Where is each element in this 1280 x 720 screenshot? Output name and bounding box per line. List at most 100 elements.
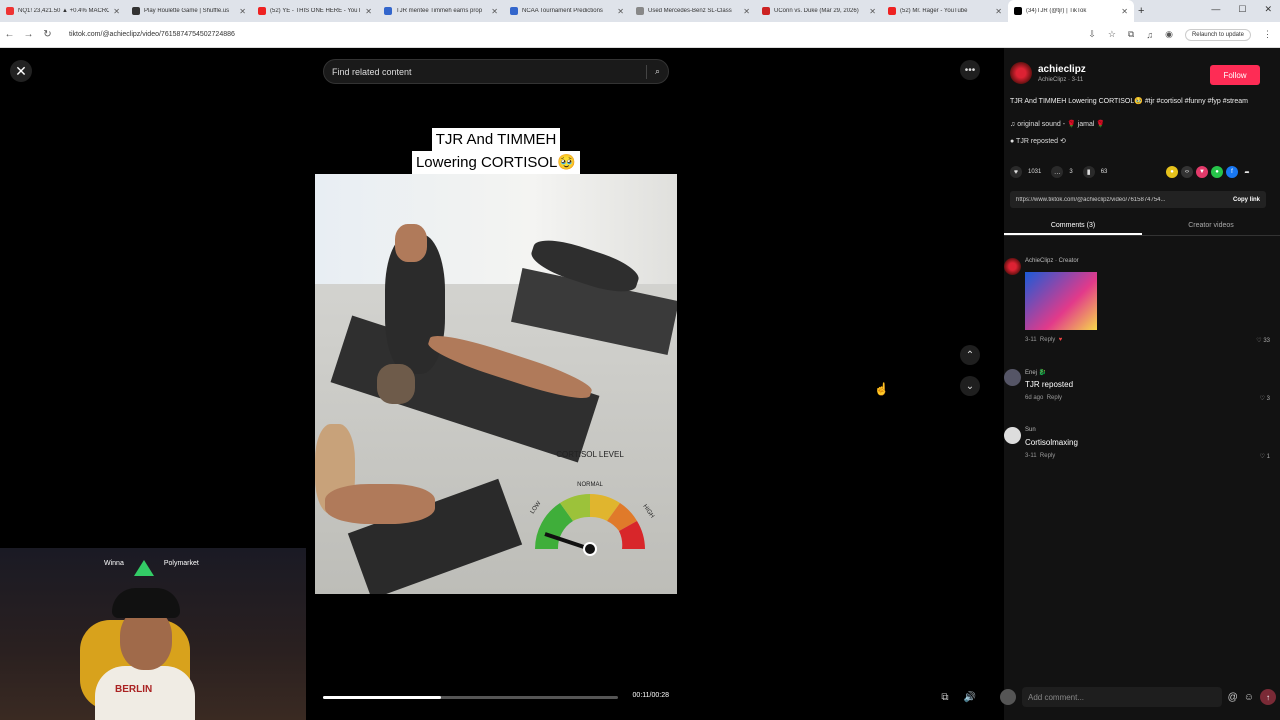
mention-icon[interactable]: @ bbox=[1228, 692, 1238, 703]
pip-icon[interactable]: ⧉ bbox=[937, 689, 953, 705]
relaunch-button[interactable]: Relaunch to update bbox=[1184, 28, 1251, 41]
media-icon[interactable]: ♫ bbox=[1146, 30, 1153, 40]
close-window-icon[interactable]: ✕ bbox=[1264, 4, 1272, 15]
like-action[interactable]: ♥ 1031 bbox=[1010, 166, 1041, 178]
copy-link-button[interactable]: Copy link bbox=[1233, 197, 1260, 203]
follow-button[interactable]: Follow bbox=[1210, 65, 1260, 85]
share-link[interactable]: https://www.tiktok.com/@achieclipz/video… bbox=[1016, 197, 1233, 203]
creator-liked-icon: ♥ bbox=[1058, 337, 1063, 343]
search-icon[interactable]: ⌕ bbox=[655, 66, 660, 77]
comment-like[interactable]: ♡ 3 bbox=[1260, 395, 1270, 402]
heart-icon: ♥ bbox=[1010, 166, 1022, 178]
gauge-high-label: HIGH bbox=[641, 504, 655, 520]
related-search[interactable]: Find related content ⌕ bbox=[323, 59, 669, 84]
commenter-name[interactable]: AchieClipz · Creator bbox=[1025, 258, 1079, 264]
gauge-hub bbox=[583, 542, 597, 556]
browser-tab[interactable]: (52) YE - THIS ONE HERE - YouTube ✕ bbox=[252, 0, 378, 22]
author-username[interactable]: achieclipz bbox=[1038, 64, 1086, 75]
tab-close-icon[interactable]: ✕ bbox=[113, 7, 120, 16]
tab-close-icon[interactable]: ✕ bbox=[743, 7, 750, 16]
reply-button[interactable]: Reply bbox=[1040, 337, 1055, 343]
comment-like-count: 33 bbox=[1263, 338, 1270, 344]
tab-close-icon[interactable]: ✕ bbox=[1121, 7, 1128, 16]
commenter-avatar[interactable] bbox=[1004, 258, 1021, 275]
share-arrow-icon[interactable]: ➦ bbox=[1241, 166, 1253, 178]
sound-link[interactable]: ♫ original sound - 🌹 jamal 🌹 bbox=[1010, 120, 1105, 128]
streamer-shirt: BERLIN bbox=[95, 666, 195, 720]
close-icon: ✕ bbox=[15, 62, 27, 79]
facebook-icon[interactable]: f bbox=[1226, 166, 1238, 178]
back-icon[interactable]: ← bbox=[0, 29, 19, 40]
whatsapp-icon[interactable]: ● bbox=[1211, 166, 1223, 178]
comment-input[interactable]: Add comment... bbox=[1022, 687, 1222, 707]
more-options-button[interactable]: ••• bbox=[960, 60, 980, 80]
minimize-icon[interactable]: — bbox=[1211, 4, 1220, 15]
commenter-avatar[interactable] bbox=[1004, 369, 1021, 386]
comment-icon: … bbox=[1051, 166, 1064, 178]
comment-sticker-image[interactable] bbox=[1025, 272, 1097, 330]
tab-close-icon[interactable]: ✕ bbox=[869, 7, 876, 16]
mouse-cursor-icon: ☝ bbox=[874, 382, 889, 396]
forward-icon[interactable]: → bbox=[19, 29, 38, 40]
menu-icon[interactable]: ⋮ bbox=[1263, 29, 1272, 40]
commenter-name[interactable]: Enej 🐉 bbox=[1025, 369, 1046, 376]
browser-tab[interactable]: NCAA Tournament Predictions ✕ bbox=[504, 0, 630, 22]
comment-like[interactable]: ♡ 33 bbox=[1256, 337, 1270, 344]
comment-action[interactable]: … 3 bbox=[1051, 166, 1073, 178]
tab-close-icon[interactable]: ✕ bbox=[995, 7, 1002, 16]
browser-tab[interactable]: (34)TJR (@tjr) | TikTok ✕ bbox=[1008, 0, 1134, 22]
tab-close-icon[interactable]: ✕ bbox=[239, 7, 246, 16]
video-progress-bar[interactable] bbox=[323, 696, 618, 699]
coin-icon[interactable]: ● bbox=[1166, 166, 1178, 178]
reload-icon[interactable]: ↻ bbox=[38, 29, 57, 40]
tab-close-icon[interactable]: ✕ bbox=[617, 7, 624, 16]
new-tab-button[interactable]: + bbox=[1138, 5, 1144, 17]
previous-video-button[interactable]: ⌃ bbox=[960, 345, 980, 365]
avatar[interactable] bbox=[1010, 62, 1032, 84]
send-icon[interactable]: ▼ bbox=[1196, 166, 1208, 178]
close-video-button[interactable]: ✕ bbox=[10, 60, 32, 82]
browser-tab[interactable]: TJR mentee Timmeh earns prop ✕ bbox=[378, 0, 504, 22]
next-video-button[interactable]: ⌄ bbox=[960, 376, 980, 396]
browser-tab[interactable]: Used Mercedes-Benz SL-Class ✕ bbox=[630, 0, 756, 22]
sponsor-winna: Winna bbox=[104, 560, 124, 567]
tab-close-icon[interactable]: ✕ bbox=[491, 7, 498, 16]
save-action[interactable]: ▮ 63 bbox=[1082, 166, 1107, 178]
install-icon[interactable]: ⇩ bbox=[1088, 29, 1096, 40]
triangle-logo-icon bbox=[133, 560, 154, 576]
comment-meta: 3-11 Reply ♥ bbox=[1025, 337, 1062, 343]
comment-count: 3 bbox=[1069, 169, 1073, 175]
commenter-name[interactable]: Sun bbox=[1025, 427, 1036, 433]
author-info[interactable]: achieclipz AchieClipz · 3-11 bbox=[1010, 62, 1086, 84]
tab-favicon-icon bbox=[510, 7, 518, 15]
bookmark-star-icon[interactable]: ☆ bbox=[1108, 29, 1116, 40]
video-frame[interactable]: CORTISOL LEVEL NORMAL LOW HIGH bbox=[315, 174, 677, 594]
extensions-icon[interactable]: ⧉ bbox=[1128, 29, 1134, 40]
post-comment-button[interactable]: ↑ bbox=[1260, 689, 1276, 705]
maximize-icon[interactable]: ☐ bbox=[1238, 4, 1246, 15]
browser-tab[interactable]: Play Roulette Game | Shuffle.us ✕ bbox=[126, 0, 252, 22]
comment-like[interactable]: ♡ 1 bbox=[1260, 453, 1270, 460]
tab-favicon-icon bbox=[6, 7, 14, 15]
commenter-avatar[interactable] bbox=[1004, 427, 1021, 444]
author-subline: AchieClipz · 3-11 bbox=[1038, 76, 1084, 83]
url-field[interactable]: tiktok.com/@achieclipz/video/76158747545… bbox=[69, 31, 1088, 38]
tab-title: NCAA Tournament Predictions bbox=[522, 8, 603, 14]
browser-tab[interactable]: UConn vs. Duke (Mar 29, 2026) ✕ bbox=[756, 0, 882, 22]
profile-icon[interactable]: ◉ bbox=[1165, 29, 1173, 40]
volume-icon[interactable]: 🔊 bbox=[962, 689, 978, 705]
more-icon: ••• bbox=[964, 64, 976, 76]
tab-close-icon[interactable]: ✕ bbox=[365, 7, 372, 16]
browser-tab[interactable]: (52) Mr. Rager - YouTube ✕ bbox=[882, 0, 1008, 22]
emoji-icon[interactable]: ☺ bbox=[1244, 692, 1254, 703]
video-time: 00:11/00:28 bbox=[632, 692, 669, 699]
reply-button[interactable]: Reply bbox=[1040, 453, 1055, 459]
embed-icon[interactable]: ‹› bbox=[1181, 166, 1193, 178]
search-input[interactable]: Find related content bbox=[332, 67, 638, 77]
engagement-actions: ♥ 1031 … 3 ▮ 63 bbox=[1010, 166, 1107, 178]
reply-button[interactable]: Reply bbox=[1047, 395, 1062, 401]
browser-tab[interactable]: NQ1! 23,421.50 ▲ +0.4% MACRO ✕ bbox=[0, 0, 126, 22]
tab-creator-videos[interactable]: Creator videos bbox=[1142, 218, 1280, 235]
tab-comments[interactable]: Comments (3) bbox=[1004, 218, 1142, 235]
heart-outline-icon: ♡ bbox=[1259, 396, 1267, 402]
